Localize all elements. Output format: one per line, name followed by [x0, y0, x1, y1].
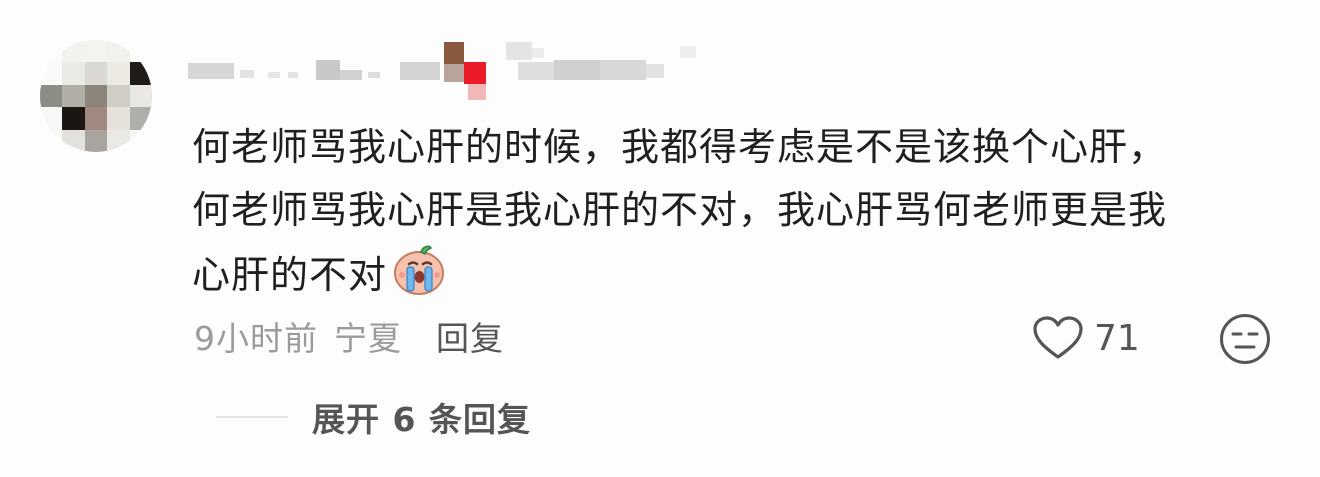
crying-face-emoji-icon: [394, 245, 445, 295]
expand-replies-label: 展开 6 条回复: [312, 400, 531, 439]
comment-line-2: 何老师骂我心肝是我心肝的不对，我心肝骂何老师更是我: [192, 188, 1168, 232]
reply-button[interactable]: 回复: [436, 312, 504, 360]
heart-outline-icon: [1033, 316, 1083, 359]
expand-divider: [216, 416, 288, 418]
expand-replies-button[interactable]: 展开 6 条回复: [216, 392, 531, 442]
like-button[interactable]: 71: [1032, 310, 1140, 366]
comment-line-3: 心肝的不对: [192, 242, 1272, 307]
like-count: 71: [1094, 317, 1140, 359]
dislike-button[interactable]: [1219, 313, 1271, 365]
username-blurred[interactable]: [188, 40, 708, 102]
comment-time: 9小时前: [194, 319, 318, 358]
comment-location: 宁夏: [334, 319, 402, 358]
comment-line-1: 何老师骂我心肝的时候，我都得考虑是不是该换个心肝，: [192, 125, 1168, 169]
comment-meta: 9小时前 宁夏 回复: [194, 310, 504, 362]
comment-text: 何老师骂我心肝的时候，我都得考虑是不是该换个心肝， 何老师骂我心肝是我心肝的不对…: [192, 116, 1272, 307]
comment-line-3-text: 心肝的不对: [192, 253, 388, 297]
avatar[interactable]: [40, 40, 152, 152]
neutral-face-icon: [1220, 314, 1270, 364]
